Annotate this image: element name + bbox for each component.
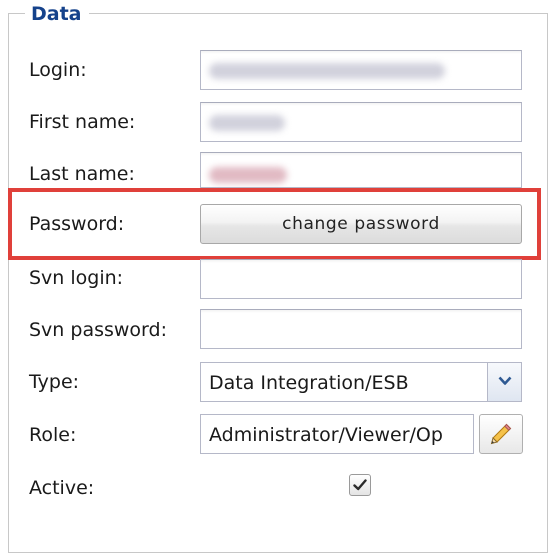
last-name-value-redacted: [209, 167, 287, 183]
login-label: Login:: [29, 59, 87, 81]
role-input[interactable]: Administrator/Viewer/Op: [200, 414, 474, 454]
fieldset-legend: Data: [25, 3, 89, 25]
svn-password-input[interactable]: [200, 309, 522, 349]
last-name-input[interactable]: [200, 152, 522, 188]
svn-login-input[interactable]: [200, 259, 522, 299]
first-name-value-redacted: [209, 115, 285, 131]
svn-password-label: Svn password:: [29, 319, 167, 341]
first-name-label: First name:: [29, 111, 136, 133]
type-label: Type:: [29, 371, 80, 393]
role-value: Administrator/Viewer/Op: [209, 424, 443, 446]
role-edit-button[interactable]: [479, 414, 523, 454]
type-dropdown-trigger[interactable]: [487, 363, 521, 401]
svn-login-label: Svn login:: [29, 267, 124, 289]
type-combobox[interactable]: Data Integration/ESB: [200, 362, 522, 402]
type-selected-value: Data Integration/ESB: [209, 372, 409, 394]
login-value-redacted: [209, 63, 445, 79]
checkmark-icon: [353, 479, 367, 491]
first-name-input[interactable]: [200, 102, 522, 142]
chevron-down-icon: [498, 376, 512, 385]
password-highlight-box: [8, 188, 541, 260]
pencil-icon: [490, 423, 512, 445]
last-name-label: Last name:: [29, 163, 135, 185]
active-checkbox[interactable]: [349, 474, 371, 496]
role-label: Role:: [29, 424, 77, 446]
active-label: Active:: [29, 477, 95, 499]
login-input[interactable]: [200, 50, 522, 90]
